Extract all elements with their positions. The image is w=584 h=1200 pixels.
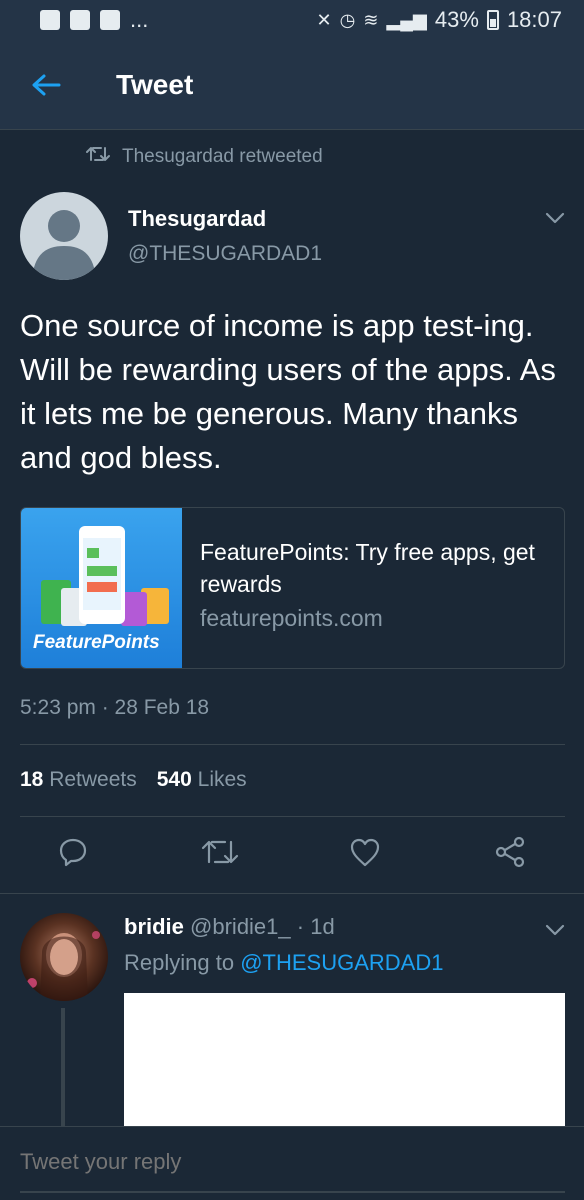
- retweet-icon: [86, 146, 110, 168]
- retweets-count: 18: [20, 768, 44, 791]
- reply-input[interactable]: [20, 1149, 560, 1175]
- card-title: FeaturePoints: Try free apps, get reward…: [200, 539, 535, 597]
- replying-to-prefix: Replying to: [124, 950, 235, 975]
- replying-to: Replying to @THESUGARDAD1: [124, 950, 443, 976]
- arrow-left-icon[interactable]: [16, 55, 76, 115]
- reply-header: bridie @bridie1_ · 1d: [124, 914, 335, 940]
- tweet-text: One source of income is app test-ing. Wi…: [20, 308, 556, 475]
- divider: [20, 816, 565, 817]
- page-title: Tweet: [116, 68, 194, 100]
- replying-to-mention[interactable]: @THESUGARDAD1: [240, 950, 443, 975]
- battery-percent: 43%: [434, 7, 479, 32]
- message-icon: [100, 10, 120, 30]
- alarm-icon: ◷: [339, 9, 356, 30]
- retweet-context-label: Thesugardad retweeted: [122, 146, 323, 167]
- clock: 18:07: [506, 7, 562, 32]
- reply-input-underline: [20, 1191, 565, 1193]
- card-image-label: FeaturePoints: [33, 632, 160, 653]
- system-icons: ✕ ◷ ≋ ▂▄▆ 43% 18:07: [317, 7, 562, 33]
- tweet-stats: 18 Retweets 540 Likes: [20, 768, 247, 792]
- likes-label: Likes: [197, 768, 247, 791]
- card-body: FeaturePoints: Try free apps, get reward…: [182, 508, 558, 668]
- likes-stat[interactable]: 540 Likes: [157, 768, 247, 792]
- share-icon[interactable]: [488, 830, 532, 874]
- notification-icons: ...: [40, 7, 148, 33]
- retweets-stat[interactable]: 18 Retweets: [20, 768, 137, 792]
- reply-separator: ·: [296, 914, 305, 939]
- card-domain: featurepoints.com: [200, 605, 383, 631]
- reply-media[interactable]: [124, 993, 565, 1126]
- divider: [20, 744, 565, 745]
- card-thumbnail: FeaturePoints: [21, 508, 182, 668]
- link-card[interactable]: FeaturePoints FeaturePoints: Try free ap…: [20, 507, 565, 669]
- tweet-timestamp: 5:23 pm · 28 Feb 18: [20, 696, 210, 719]
- reply-author-handle[interactable]: @bridie1_: [190, 914, 291, 939]
- retweet-icon[interactable]: [198, 830, 242, 874]
- reply-compose-bar: [0, 1126, 584, 1200]
- mute-icon: ✕: [316, 9, 332, 30]
- author-name[interactable]: Thesugardad: [128, 206, 266, 232]
- author-handle[interactable]: @THESUGARDAD1: [128, 242, 322, 266]
- reply-age: 1d: [310, 914, 335, 939]
- facebook-icon: [40, 10, 60, 30]
- author-avatar[interactable]: [20, 192, 108, 280]
- wifi-icon: ≋: [363, 9, 379, 30]
- tweet-detail-screen: ... ✕ ◷ ≋ ▂▄▆ 43% 18:07 Tweet Thesugarda…: [0, 0, 584, 1200]
- likes-count: 540: [156, 768, 192, 791]
- app-header: Tweet: [0, 40, 584, 130]
- chevron-down-icon[interactable]: [541, 920, 569, 940]
- retweets-label: Retweets: [49, 768, 137, 791]
- reply-avatar[interactable]: [20, 913, 108, 1001]
- more-notifications: ...: [130, 7, 149, 32]
- section-divider: [0, 893, 584, 894]
- chevron-down-icon[interactable]: [541, 208, 569, 228]
- signal-icon: ▂▄▆: [386, 9, 427, 30]
- retweet-context[interactable]: Thesugardad retweeted: [86, 146, 323, 168]
- tweet-actions: [0, 830, 584, 882]
- battery-icon: [486, 10, 499, 30]
- thread-line: [61, 1008, 65, 1126]
- reply-author-name[interactable]: bridie: [124, 914, 184, 939]
- like-icon[interactable]: [343, 830, 387, 874]
- youtube-icon: [70, 10, 90, 30]
- reply-icon[interactable]: [51, 830, 95, 874]
- status-bar: ... ✕ ◷ ≋ ▂▄▆ 43% 18:07: [0, 0, 584, 40]
